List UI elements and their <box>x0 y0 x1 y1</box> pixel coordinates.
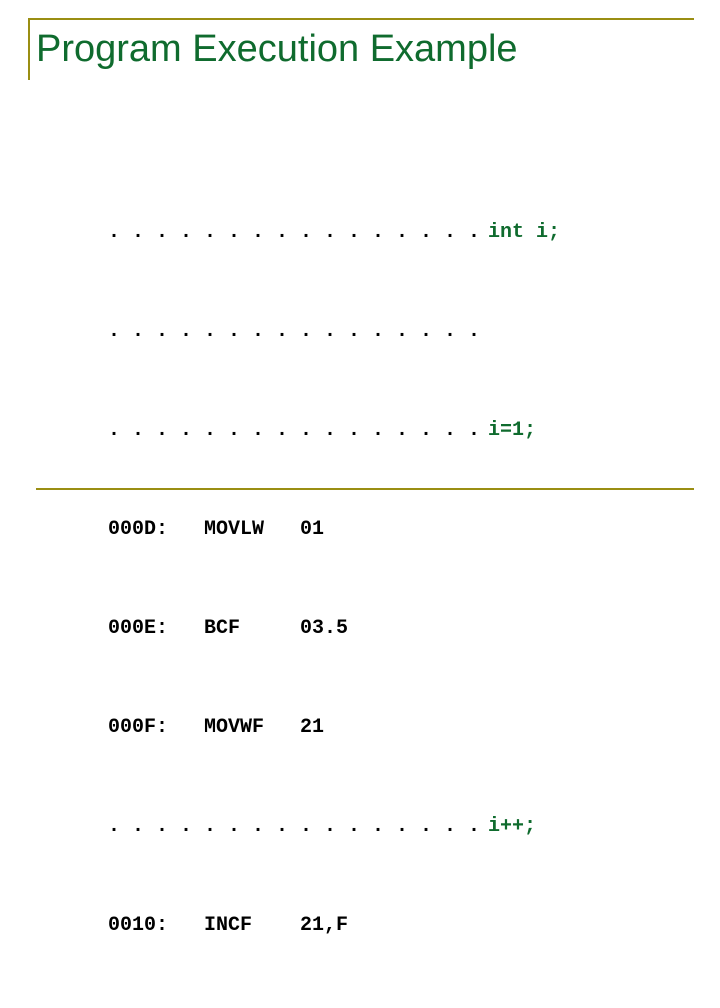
asm-line: 000E: BCF 03.5 <box>108 617 349 640</box>
c-line <box>488 513 560 546</box>
asm-line: 000D: MOVLW 01 <box>108 518 325 541</box>
top-border-line <box>28 18 694 20</box>
c-code-block: int i; i=1; i++; <box>488 150 560 1008</box>
asm-line: 000F: MOVWF 21 <box>108 716 325 739</box>
asm-line: . . . . . . . . . . . . . . . . <box>108 320 481 343</box>
c-line: int i; <box>488 221 561 244</box>
c-line <box>488 909 560 942</box>
asm-line: . . . . . . . . . . . . . . . . <box>108 815 481 838</box>
c-line: i++; <box>488 815 537 838</box>
slide: Program Execution Example . . . . . . . … <box>0 0 720 937</box>
assembly-code-block: . . . . . . . . . . . . . . . . . . . . … <box>108 150 480 1008</box>
c-line <box>488 612 560 645</box>
c-line: i=1; <box>488 419 537 442</box>
page-title: Program Execution Example <box>36 28 518 70</box>
asm-line: . . . . . . . . . . . . . . . . <box>108 419 481 442</box>
c-line <box>488 315 560 348</box>
c-line <box>488 711 560 744</box>
asm-line: 0010: INCF 21,F <box>108 914 349 937</box>
left-border-line <box>28 18 30 80</box>
asm-line: . . . . . . . . . . . . . . . . <box>108 221 481 244</box>
